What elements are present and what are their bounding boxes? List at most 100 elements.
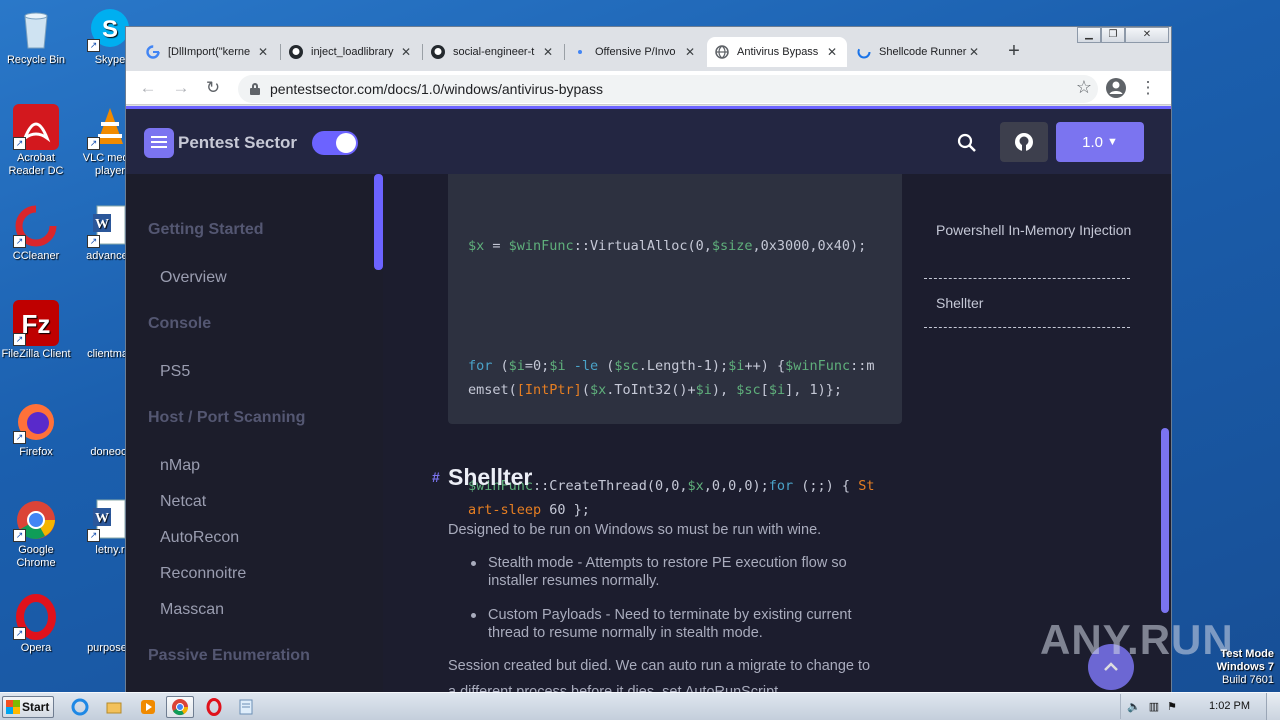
sidebar-section-passive-enumeration[interactable]: Passive Enumeration [148,647,310,665]
close-tab-icon[interactable]: ✕ [683,45,697,59]
desktop-icon-acrobat[interactable]: ↗ Acrobat Reader DC [0,104,74,178]
flag-icon[interactable]: ⚑ [1167,700,1177,713]
tab-title: inject_loadlibrary [311,46,394,58]
desktop-icon-label: Opera [20,642,52,654]
desktop-icon-opera[interactable]: ↗ Opera [0,594,74,655]
desktop-icon-chrome[interactable]: ↗ Google Chrome [0,496,74,570]
sidebar-item-reconnoitre[interactable]: Reconnoitre [160,565,246,583]
test-mode-label: Test Mode [1220,648,1274,660]
tab-shellcode-runner[interactable]: Shellcode Runner ✕ [849,37,989,67]
build-label: Build 7601 [1222,674,1274,686]
test-mode-notice: Test Mode Windows 7 Build 7601 [1217,648,1274,687]
speaker-icon[interactable]: 🔈 [1127,700,1141,713]
tab-strip: [DllImport("kerne ✕ inject_loadlibrary ✕… [126,27,1171,71]
address-bar[interactable]: pentestsector.com/docs/1.0/windows/antiv… [238,75,1098,103]
list-item: Custom Payloads - Need to terminate by e… [471,606,893,642]
chrome-icon[interactable] [166,696,194,718]
desktop-icon-filezilla[interactable]: Fz ↗ FileZilla Client [0,300,74,361]
toc-divider [924,278,1130,279]
minimize-button[interactable]: ▁ [1077,27,1101,43]
sidebar-item-netcat[interactable]: Netcat [160,493,206,511]
bookmark-star-icon[interactable]: ☆ [1076,77,1092,98]
sidebar-item-overview[interactable]: Overview [160,269,227,287]
firefox-icon: ↗ [13,398,59,444]
sidebar-item-ps5[interactable]: PS5 [160,363,190,381]
github-button[interactable] [1000,122,1048,162]
search-icon[interactable] [956,132,978,154]
desktop-icon-recycle-bin[interactable]: Recycle Bin [0,6,74,67]
show-desktop-button[interactable] [1266,693,1280,720]
github-icon [289,45,303,59]
close-tab-icon[interactable]: ✕ [825,45,839,59]
menu-kebab-icon[interactable]: ⋮ [1136,76,1160,100]
tab-title: Shellcode Runner [879,46,967,58]
acrobat-icon: ↗ [13,104,59,150]
desktop-icon-label: Acrobat Reader DC [8,152,64,177]
page-scrollbar[interactable] [1161,428,1169,613]
media-player-icon[interactable] [134,696,162,718]
tab-title: Offensive P/Invo [595,46,676,58]
site-name[interactable]: Pentest Sector [178,133,297,153]
ie-icon[interactable] [66,696,94,718]
version-dropdown[interactable]: 1.0 ▼ [1056,122,1144,162]
google-icon [146,45,160,59]
list-item: Stealth mode - Attempts to restore PE ex… [471,554,893,590]
desktop-icon-label: Google Chrome [16,544,56,569]
code-line: $x = $winFunc::VirtualAlloc(0,$size,0x30… [468,238,867,254]
close-tab-icon[interactable]: ✕ [541,45,555,59]
lock-icon [250,83,260,95]
back-icon[interactable]: ← [136,76,160,100]
shortcut-arrow-icon: ↗ [87,137,100,150]
chrome-icon: ↗ [13,496,59,542]
shortcut-arrow-icon: ↗ [13,333,26,346]
network-icon[interactable]: ▥ [1149,700,1159,713]
desktop-icon-ccleaner[interactable]: ↗ CCleaner [0,202,74,263]
sidebar-section-getting-started[interactable]: Getting Started [148,221,264,239]
heading-anchor-link[interactable]: # [432,469,440,485]
tab-social-engineer[interactable]: social-engineer-t ✕ [423,37,563,67]
shortcut-arrow-icon: ↗ [13,431,26,444]
sidebar-scrollbar[interactable] [374,174,383,270]
site-header: Pentest Sector 1.0 ▼ [126,106,1171,174]
close-tab-icon[interactable]: ✕ [399,45,413,59]
maximize-button[interactable]: ❐ [1101,27,1125,43]
notepad-icon[interactable] [232,696,260,718]
close-window-button[interactable]: ✕ [1125,27,1169,43]
profile-icon[interactable] [1104,76,1128,100]
os-label: Windows 7 [1216,661,1274,673]
github-icon [1015,133,1033,151]
opera-icon[interactable] [200,696,228,718]
sidebar-item-autorecon[interactable]: AutoRecon [160,529,239,547]
tab-offensive-pinvoke[interactable]: Offensive P/Invo ✕ [565,37,705,67]
explorer-icon[interactable] [100,696,128,718]
desktop-icon-firefox[interactable]: ↗ Firefox [0,398,74,459]
page-content: Pentest Sector 1.0 ▼ Getting Started Ove… [126,106,1171,693]
reload-icon[interactable]: ↻ [201,76,225,100]
tab-dllimport[interactable]: [DllImport("kerne ✕ [138,37,278,67]
close-tab-icon[interactable]: ✕ [967,45,981,59]
theme-toggle[interactable] [312,131,358,155]
shortcut-arrow-icon: ↗ [87,235,100,248]
filezilla-icon: Fz ↗ [13,300,59,346]
clock[interactable]: 1:02 PM [1209,700,1250,712]
toc-item-shellter[interactable]: Shellter [936,291,1132,315]
paragraph-intro: Designed to be run on Windows so must be… [448,522,822,538]
toc-item-powershell-in-memory-injection[interactable]: Powershell In-Memory Injection [936,218,1132,242]
tab-antivirus-bypass[interactable]: Antivirus Bypass ✕ [707,37,847,67]
new-tab-button[interactable]: + [1002,39,1026,63]
tab-inject-loadlibrary[interactable]: inject_loadlibrary ✕ [281,37,421,67]
page-icon [573,45,587,59]
sidebar-item-nmap[interactable]: nMap [160,457,200,475]
windows-logo-icon [6,700,20,714]
sidebar: Getting Started Overview Console PS5 Hos… [126,174,383,693]
sidebar-section-console[interactable]: Console [148,315,211,333]
sidebar-section-host-port-scanning[interactable]: Host / Port Scanning [148,409,305,427]
start-label: Start [22,700,50,714]
sidebar-item-masscan[interactable]: Masscan [160,601,224,619]
close-tab-icon[interactable]: ✕ [256,45,270,59]
site-logo-icon[interactable] [144,128,174,158]
svg-text:W: W [95,511,109,526]
forward-icon[interactable]: → [169,76,193,100]
start-button[interactable]: Start [2,696,54,718]
tab-title: [DllImport("kerne [168,46,251,58]
